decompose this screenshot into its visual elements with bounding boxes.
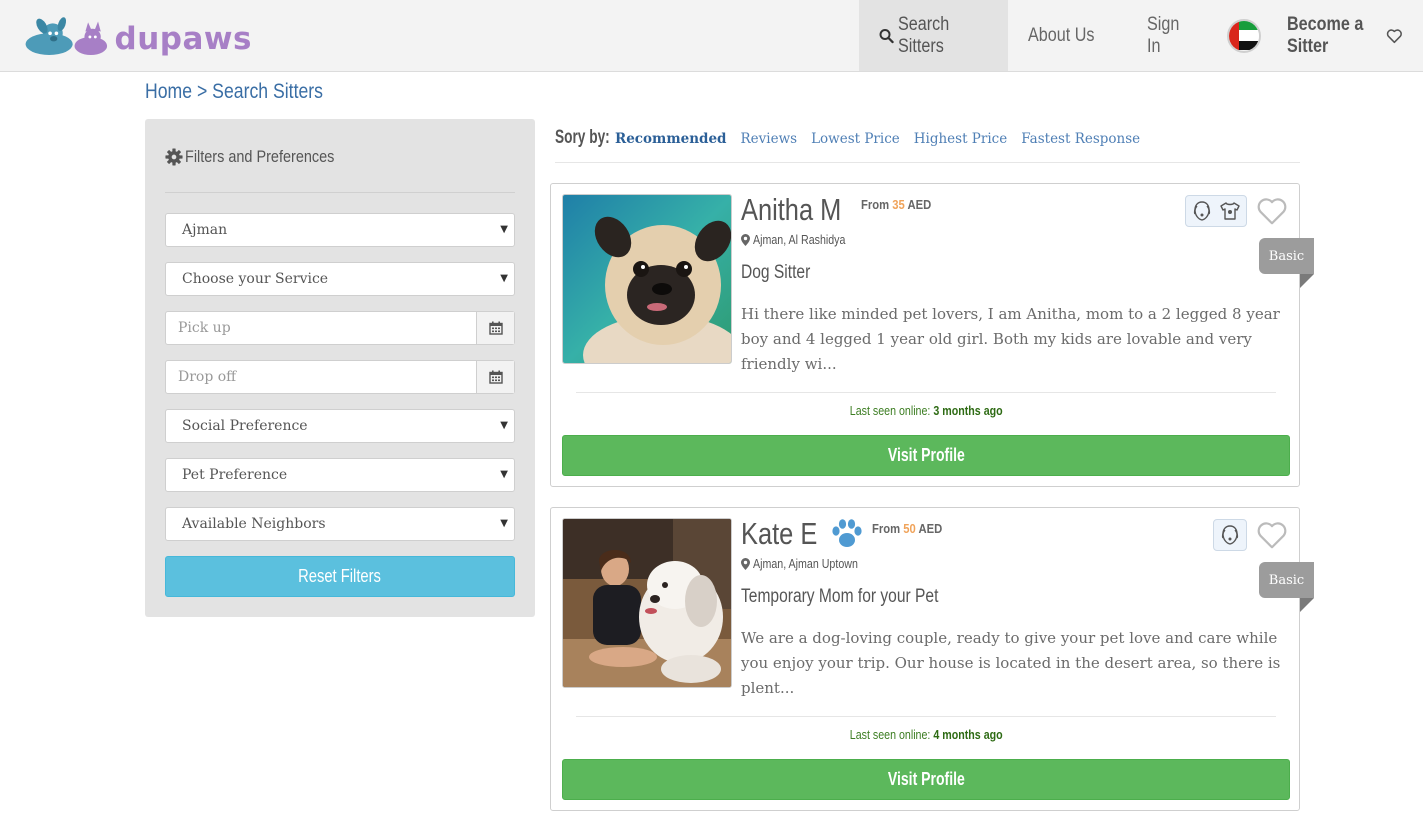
breadcrumb-current[interactable]: Search Sitters	[212, 80, 323, 103]
tier-badge: Basic	[1259, 562, 1314, 598]
divider	[165, 192, 515, 193]
sitter-name-row: Kate E From 50 AED	[741, 516, 950, 552]
dropoff-input[interactable]	[166, 361, 476, 393]
neighbors-select-value: Available Neighbors	[182, 516, 326, 532]
dog-boarding-icon	[1189, 198, 1215, 224]
sitter-photo[interactable]	[562, 518, 732, 688]
visit-profile-label: Visit Profile	[887, 445, 965, 465]
reset-filters-label: Reset Filters	[298, 566, 382, 586]
sitter-description: Hi there like minded pet lovers, I am An…	[741, 305, 1280, 373]
caret-down-icon: ▼	[500, 518, 508, 529]
main-nav: Search Sitters About Us Sign In Become a…	[859, 0, 1423, 71]
breadcrumb-home-link[interactable]: Home	[145, 80, 192, 103]
visit-profile-label: Visit Profile	[887, 769, 965, 789]
sitter-price: From 50 AED	[872, 522, 943, 536]
filters-title: Filters and Preferences	[165, 147, 361, 167]
filters-title-label: Filters and Preferences	[185, 147, 335, 166]
sitter-headline: Temporary Mom for your Pet	[741, 586, 939, 607]
sitter-headline: Dog Sitter	[741, 262, 811, 283]
city-select[interactable]: Ajman ▼	[165, 213, 515, 247]
pet-select-value: Pet Preference	[182, 467, 288, 483]
nav-become-label: Become a Sitter	[1287, 13, 1364, 57]
dog-cat-logo-icon	[25, 17, 108, 56]
nav-search-label: Search Sitters	[898, 13, 950, 57]
pickup-input[interactable]	[166, 312, 476, 344]
sitter-card: Anitha M From 35 AED Ajman, Al Rashidya …	[550, 183, 1314, 487]
heart-outline-icon	[1387, 28, 1403, 43]
nav-search-sitters[interactable]: Search Sitters	[859, 0, 1008, 71]
service-badges	[1185, 195, 1247, 227]
sitter-location-text: Ajman, Al Rashidya	[753, 232, 846, 247]
nav-signin-label: Sign In	[1147, 13, 1180, 57]
sort-fastest-response[interactable]: Fastest Response	[1021, 131, 1140, 147]
nav-sign-in[interactable]: Sign In	[1127, 0, 1211, 71]
sort-recommended[interactable]: Recommended	[615, 131, 726, 147]
sort-reviews[interactable]: Reviews	[740, 131, 797, 147]
map-marker-icon	[741, 233, 750, 246]
dropoff-date-field	[165, 360, 515, 394]
sitter-description: We are a dog-loving couple, ready to giv…	[741, 629, 1281, 697]
service-badges	[1213, 519, 1247, 551]
caret-down-icon: ▼	[500, 224, 508, 235]
sort-label: Sory by:	[555, 127, 610, 148]
sort-highest-price[interactable]: Highest Price	[914, 131, 1007, 147]
brand-logo[interactable]: dupaws	[22, 8, 252, 64]
calendar-icon[interactable]	[476, 361, 514, 393]
favorite-heart-icon[interactable]	[1255, 196, 1289, 231]
caret-down-icon: ▼	[500, 273, 508, 284]
service-select[interactable]: Choose your Service ▼	[165, 262, 515, 296]
nav-about-us[interactable]: About Us	[1008, 0, 1127, 71]
sitter-name[interactable]: Anitha M	[741, 192, 863, 228]
sitter-price: From 35 AED	[861, 198, 932, 212]
top-navbar: dupaws Search Sitters About Us Sign In B…	[0, 0, 1423, 72]
divider	[576, 716, 1276, 717]
last-seen-status: Last seen online: 3 months ago	[849, 403, 1003, 418]
filters-panel: Filters and Preferences Ajman ▼ Choose y…	[145, 119, 535, 617]
nav-about-label: About Us	[1028, 24, 1095, 46]
pickup-date-field	[165, 311, 515, 345]
calendar-icon[interactable]	[476, 312, 514, 344]
nav-become-sitter[interactable]: Become a Sitter	[1279, 0, 1423, 71]
sitter-photo[interactable]	[562, 194, 732, 364]
gear-icon	[165, 148, 183, 166]
ribbon-fold	[1300, 274, 1314, 288]
breadcrumb-separator: >	[196, 80, 208, 103]
sitter-name-row: Anitha M From 35 AED	[741, 192, 939, 228]
sort-lowest-price[interactable]: Lowest Price	[811, 131, 900, 147]
search-icon	[879, 28, 894, 43]
caret-down-icon: ▼	[500, 469, 508, 480]
dog-boarding-icon	[1217, 522, 1243, 548]
reset-filters-button[interactable]: Reset Filters	[165, 556, 515, 597]
city-select-value: Ajman	[182, 222, 228, 238]
tshirt-pet-icon	[1217, 198, 1243, 224]
sitter-location: Ajman, Ajman Uptown	[741, 556, 881, 571]
uae-flag-icon	[1227, 18, 1261, 53]
paw-icon	[832, 519, 862, 547]
caret-down-icon: ▼	[500, 420, 508, 431]
social-preference-select[interactable]: Social Preference ▼	[165, 409, 515, 443]
sitter-location-text: Ajman, Ajman Uptown	[753, 556, 858, 571]
service-select-value: Choose your Service	[182, 271, 329, 287]
sort-bar: Sory by: Recommended Reviews Lowest Pric…	[555, 127, 1300, 163]
logo-text: dupaws	[114, 21, 252, 57]
visit-profile-button[interactable]: Visit Profile	[562, 435, 1290, 476]
pet-preference-select[interactable]: Pet Preference ▼	[165, 458, 515, 492]
social-select-value: Social Preference	[182, 418, 308, 434]
sitter-card: Kate E From 50 AED Ajman, Ajman Uptown T…	[550, 507, 1314, 811]
last-seen-status: Last seen online: 4 months ago	[849, 727, 1003, 742]
map-marker-icon	[741, 557, 750, 570]
divider	[576, 392, 1276, 393]
sitter-location: Ajman, Al Rashidya	[741, 232, 866, 247]
visit-profile-button[interactable]: Visit Profile	[562, 759, 1290, 800]
favorite-heart-icon[interactable]	[1255, 520, 1289, 555]
tier-badge: Basic	[1259, 238, 1314, 274]
ribbon-fold	[1300, 598, 1314, 612]
sitter-name[interactable]: Kate E	[741, 516, 834, 552]
breadcrumb: Home > Search Sitters	[145, 80, 357, 104]
language-flag-button[interactable]	[1211, 0, 1279, 71]
neighbors-select[interactable]: Available Neighbors ▼	[165, 507, 515, 541]
